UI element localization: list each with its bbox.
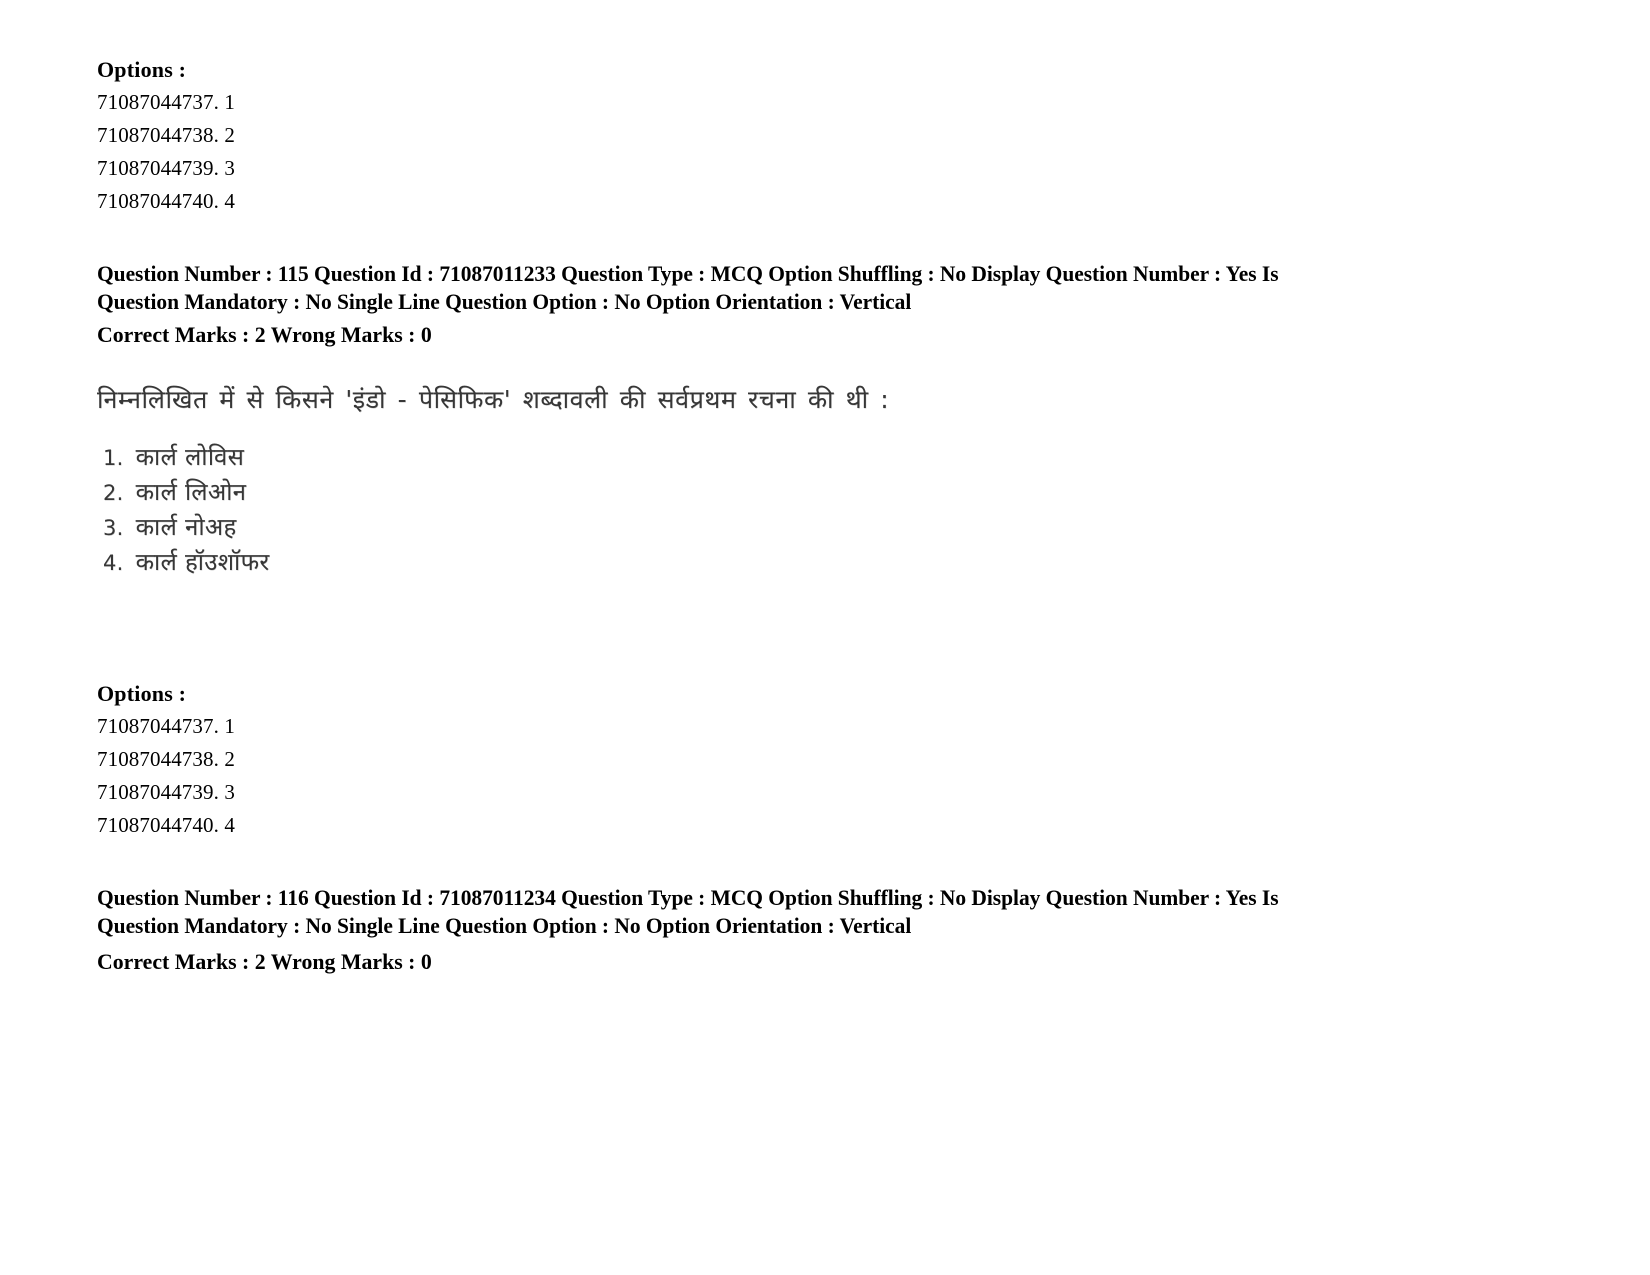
option-row: 71087044740. 4: [97, 813, 235, 838]
choice-text: कार्ल लोविस: [135, 443, 245, 471]
question-marks-line: Correct Marks : 2 Wrong Marks : 0: [97, 949, 432, 974]
option-number: 1: [224, 90, 235, 114]
question-text-scan: निम्नलिखित में से किसने 'इंडो - पेसिफिक'…: [97, 385, 890, 414]
choice-text: कार्ल लिओन: [135, 478, 247, 506]
choice-number: 4.: [103, 551, 124, 575]
question-metadata-line-2: Question Mandatory : No Single Line Ques…: [97, 289, 912, 314]
option-row: 71087044740. 4: [97, 189, 235, 214]
option-row: 71087044738. 2: [97, 123, 235, 148]
choice-number: 2.: [103, 481, 124, 505]
document-page: Options : 71087044737. 1 71087044738. 2 …: [0, 0, 1650, 1275]
option-row: 71087044737. 1: [97, 90, 235, 115]
option-number: 3: [224, 780, 235, 804]
option-row: 71087044738. 2: [97, 747, 235, 772]
choice-text: कार्ल नोअह: [135, 513, 237, 541]
option-number: 3: [224, 156, 235, 180]
options-heading-bottom: Options :: [97, 681, 187, 706]
question-marks-line: Correct Marks : 2 Wrong Marks : 0: [97, 322, 432, 347]
option-id: 71087044737.: [97, 714, 219, 738]
option-number: 2: [224, 747, 235, 771]
option-id: 71087044740.: [97, 813, 219, 837]
choice-text: कार्ल हॉउशॉफर: [135, 548, 270, 576]
question-choice: 4. कार्ल हॉउशॉफर: [103, 545, 270, 578]
option-row: 71087044737. 1: [97, 714, 235, 739]
choice-number: 1.: [103, 446, 124, 470]
choice-number: 3.: [103, 516, 124, 540]
option-id: 71087044739.: [97, 156, 219, 180]
option-number: 2: [224, 123, 235, 147]
question-metadata-line-2: Question Mandatory : No Single Line Ques…: [97, 913, 912, 938]
option-row: 71087044739. 3: [97, 156, 235, 181]
option-id: 71087044737.: [97, 90, 219, 114]
option-number: 4: [224, 189, 235, 213]
question-choice: 2. कार्ल लिओन: [103, 475, 246, 508]
options-heading-top: Options :: [97, 57, 187, 82]
option-number: 1: [224, 714, 235, 738]
option-number: 4: [224, 813, 235, 837]
option-row: 71087044739. 3: [97, 780, 235, 805]
option-id: 71087044740.: [97, 189, 219, 213]
question-choice: 3. कार्ल नोअह: [103, 510, 237, 543]
option-id: 71087044739.: [97, 780, 219, 804]
question-metadata-line-1: Question Number : 115 Question Id : 7108…: [97, 261, 1279, 286]
option-id: 71087044738.: [97, 747, 219, 771]
option-id: 71087044738.: [97, 123, 219, 147]
question-choice: 1. कार्ल लोविस: [103, 440, 244, 473]
question-metadata-line-1: Question Number : 116 Question Id : 7108…: [97, 885, 1279, 910]
